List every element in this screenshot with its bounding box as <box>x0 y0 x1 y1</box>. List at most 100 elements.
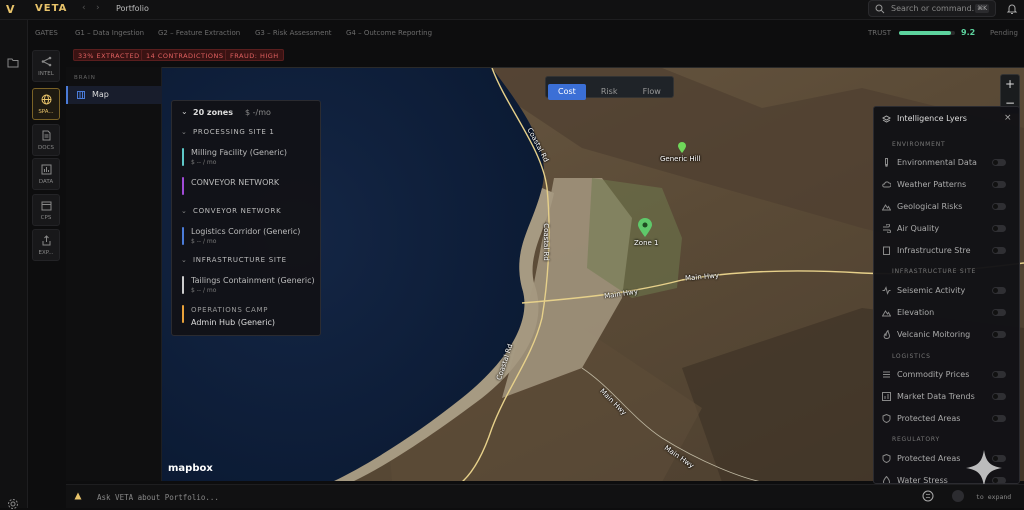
brain-header: BRAIN <box>74 75 96 81</box>
label-zone-1: Zone 1 <box>634 239 659 247</box>
layer-row[interactable]: Air Quality <box>874 222 1019 236</box>
layer-name: Commodity Prices <box>897 370 970 379</box>
sliders-icon <box>883 371 890 378</box>
mode-risk[interactable]: Risk <box>591 84 628 100</box>
layer-row[interactable]: Environmental Data <box>874 156 1019 170</box>
tool-docs[interactable]: DOCS <box>32 124 60 156</box>
tool-label: SPA... <box>38 109 54 115</box>
zones-count: 20 zones <box>193 108 233 117</box>
droplet-icon <box>882 476 891 483</box>
send-button[interactable] <box>952 490 964 502</box>
zoom-in-button[interactable]: + <box>1001 75 1019 94</box>
layer-toggle[interactable] <box>992 415 1006 422</box>
chevron-down-icon: ⌄ <box>181 256 187 264</box>
mountain-icon <box>882 204 891 211</box>
zone-group-title: PROCESSING SITE 1 <box>193 128 275 136</box>
sparkle-icon[interactable] <box>964 448 1004 488</box>
badge-fraud: FRAUD: HIGH <box>225 49 284 61</box>
layers-title: Intelligence Lyers <box>897 114 967 123</box>
tool-cps[interactable]: CPS <box>32 194 60 226</box>
wind-icon <box>883 224 891 233</box>
tool-data[interactable]: DATA <box>32 158 60 190</box>
layer-toggle[interactable] <box>992 371 1006 378</box>
layer-row[interactable]: Infrastructure Stre <box>874 244 1019 258</box>
brain-item-map[interactable]: Map <box>66 86 162 104</box>
layer-name: Geological Risks <box>897 202 963 211</box>
layer-row[interactable]: Protected Areas <box>874 412 1019 426</box>
breadcrumb[interactable]: Portfolio <box>116 4 149 13</box>
layer-toggle[interactable] <box>992 331 1006 338</box>
map-pin-icon[interactable] <box>678 142 686 153</box>
layer-section-title: LOGISTICS <box>892 353 931 360</box>
layer-toggle[interactable] <box>992 247 1006 254</box>
zone-pin-icon[interactable] <box>638 218 652 237</box>
map-icon <box>77 91 85 99</box>
layer-name: Environmental Data <box>897 158 977 167</box>
chevron-down-icon: ⌄ <box>181 107 188 116</box>
close-icon[interactable]: × <box>1004 113 1012 123</box>
layer-toggle[interactable] <box>992 287 1006 294</box>
export-icon <box>42 235 51 246</box>
search-input[interactable]: Search or command... ⌘K <box>868 0 996 17</box>
layer-name: Infrastructure Stre <box>897 246 971 255</box>
gates-label: GATES <box>35 29 58 37</box>
layer-section-title: INFRASTRUCTURE SITE <box>892 268 977 275</box>
layer-name: Water Stress <box>897 476 948 484</box>
warning-icon <box>74 492 82 500</box>
tool-export[interactable]: EXP... <box>32 229 60 261</box>
trust-progress <box>899 31 955 35</box>
shield-icon <box>882 454 891 463</box>
gate-g2[interactable]: G2 – Feature Extraction <box>158 29 240 37</box>
tool-spatial[interactable]: SPA... <box>32 88 60 120</box>
layer-row[interactable]: Geological Risks <box>874 200 1019 214</box>
status-pending: Pending <box>990 29 1018 37</box>
gate-g1[interactable]: G1 – Data Ingestion <box>75 29 144 37</box>
tool-label: DOCS <box>38 145 54 151</box>
thermometer-icon <box>885 158 888 167</box>
gate-g3[interactable]: G3 – Risk Assessment <box>255 29 332 37</box>
layer-toggle[interactable] <box>992 181 1006 188</box>
app-logo[interactable]: V <box>6 3 15 16</box>
layer-row[interactable]: Velcanic Moitoring <box>874 328 1019 342</box>
layers-icon <box>882 115 891 123</box>
brain-item-label: Map <box>92 90 109 99</box>
layer-name: Protected Areas <box>897 454 961 463</box>
zone-item-name: Tailings Containment (Generic) <box>191 276 315 285</box>
layer-toggle[interactable] <box>992 225 1006 232</box>
gate-g4[interactable]: G4 – Outcome Reporting <box>346 29 432 37</box>
back-arrow-icon[interactable]: ‹ <box>82 3 86 13</box>
mode-cost[interactable]: Cost <box>548 84 586 100</box>
globe-icon <box>41 94 52 105</box>
zone-item-cost: $ -- / mo <box>191 287 217 294</box>
layer-row[interactable]: Market Data Trends <box>874 390 1019 404</box>
brand-name: VETA <box>35 3 68 14</box>
zone-item-cost: $ -- / mo <box>191 238 217 245</box>
layer-toggle[interactable] <box>992 203 1006 210</box>
layer-name: Weather Patterns <box>897 180 967 189</box>
folder-icon[interactable] <box>7 58 19 68</box>
ask-input[interactable]: Ask VETA about Portfolio... <box>97 493 219 502</box>
zone-item-name: Admin Hub (Generic) <box>191 318 276 327</box>
forward-arrow-icon[interactable]: › <box>96 3 100 13</box>
layer-row[interactable]: Commodity Prices <box>874 368 1019 382</box>
layer-toggle[interactable] <box>992 309 1006 316</box>
layer-row[interactable]: Seisemic Activity <box>874 284 1019 298</box>
layer-section-title: ENVIRONMENT <box>892 141 946 148</box>
tool-intel[interactable]: INTEL <box>32 50 60 82</box>
layer-row[interactable]: Elevation <box>874 306 1019 320</box>
zone-color-bar <box>182 177 184 195</box>
bell-icon[interactable] <box>1006 3 1018 15</box>
gates-bar: GATES G1 – Data Ingestion G2 – Feature E… <box>30 26 1024 40</box>
mode-flow[interactable]: Flow <box>633 84 671 100</box>
cloud-icon <box>882 181 891 188</box>
layer-toggle[interactable] <box>992 393 1006 400</box>
tool-label: DATA <box>38 179 54 185</box>
layer-row[interactable]: Weather Patterns <box>874 178 1019 192</box>
brain-icon[interactable] <box>922 490 934 502</box>
gear-icon[interactable] <box>7 498 19 510</box>
zone-group-title: CONVEYOR NETWORK <box>193 207 282 215</box>
layer-toggle[interactable] <box>992 159 1006 166</box>
layer-name: Air Quality <box>897 224 940 233</box>
zone-camp-title: OPERATIONS CAMP <box>191 306 269 314</box>
zone-color-bar <box>182 148 184 166</box>
